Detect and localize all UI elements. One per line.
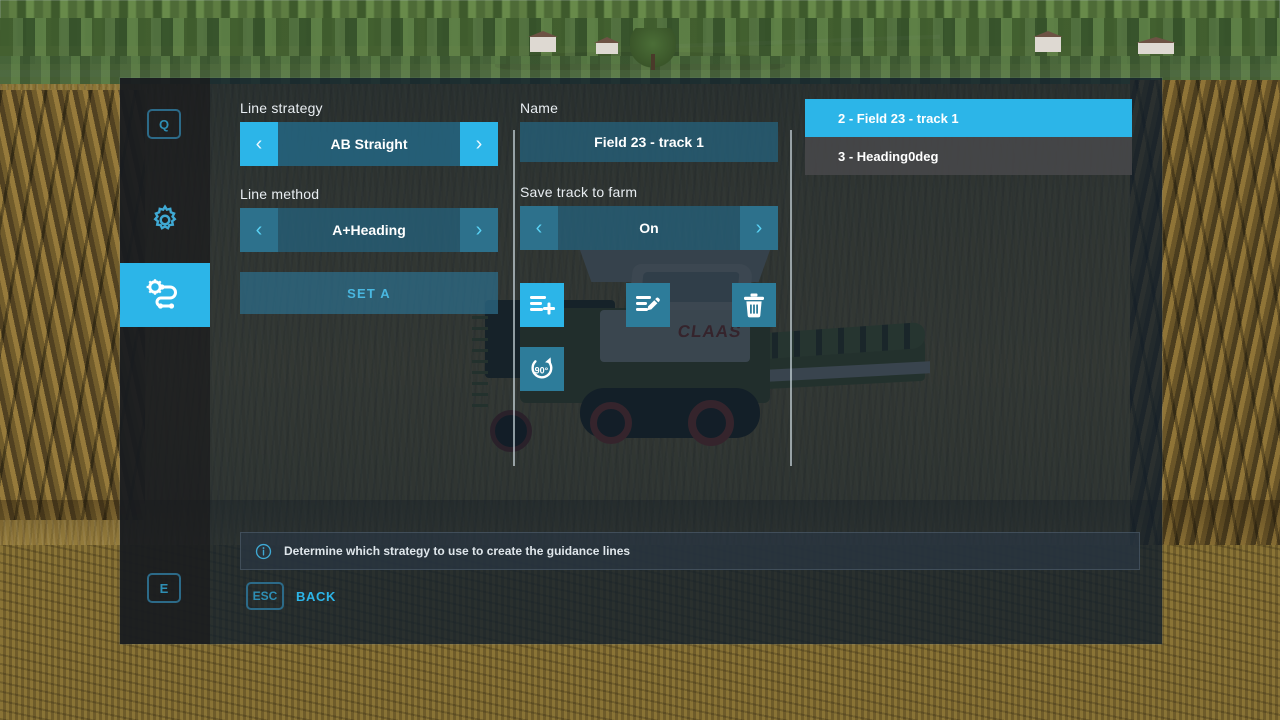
line-strategy-prev-arrow[interactable]: ‹	[240, 122, 278, 166]
line-method-value: A+Heading	[278, 208, 460, 252]
sidebar-rail: Q E	[120, 78, 210, 644]
rotate-90-button[interactable]: 90°	[520, 347, 564, 391]
next-tab-key-label: E	[159, 580, 169, 596]
prev-tab-key[interactable]: Q	[147, 109, 181, 139]
line-method-label: Line method	[240, 186, 320, 202]
line-method-prev-arrow[interactable]: ‹	[240, 208, 278, 252]
track-name-label: Name	[520, 100, 559, 116]
track-name-field[interactable]: Field 23 - track 1	[520, 122, 778, 162]
line-strategy-value: AB Straight	[278, 122, 460, 166]
track-list: 2 - Field 23 - track 1 3 - Heading0deg	[805, 99, 1132, 175]
prev-tab-key-label: Q	[158, 116, 170, 132]
info-bar: Determine which strategy to use to creat…	[240, 532, 1140, 570]
sidebar-item-guidance[interactable]	[120, 263, 210, 327]
farm-barn	[1136, 37, 1176, 54]
info-icon	[255, 543, 272, 560]
list-add-icon	[529, 293, 555, 317]
info-bar-text: Determine which strategy to use to creat…	[284, 544, 631, 558]
list-item[interactable]: 3 - Heading0deg	[805, 137, 1132, 175]
rename-track-button[interactable]	[626, 283, 670, 327]
esc-key-label: ESC	[252, 589, 278, 603]
trash-icon	[743, 293, 765, 318]
save-track-next-arrow[interactable]: ›	[740, 206, 778, 250]
delete-track-button[interactable]	[732, 283, 776, 327]
line-method-selector[interactable]: ‹ A+Heading ›	[240, 208, 498, 252]
create-track-button[interactable]	[520, 283, 564, 327]
line-method-next-arrow[interactable]: ›	[460, 208, 498, 252]
back-control[interactable]: ESC BACK	[246, 582, 336, 610]
list-item[interactable]: 2 - Field 23 - track 1	[805, 99, 1132, 137]
guidance-track-icon	[145, 278, 185, 312]
column-divider-right	[790, 130, 792, 466]
save-track-value: On	[558, 206, 740, 250]
sidebar-item-settings[interactable]	[120, 188, 210, 252]
save-track-to-farm-label: Save track to farm	[520, 184, 638, 200]
track-action-buttons: 90°	[520, 283, 780, 411]
farm-shed	[594, 37, 620, 54]
line-strategy-next-arrow[interactable]: ›	[460, 122, 498, 166]
line-strategy-label: Line strategy	[240, 100, 323, 116]
track-list-item-label: 2 - Field 23 - track 1	[838, 110, 959, 126]
gear-icon	[148, 203, 182, 237]
foreground-tree	[630, 28, 676, 70]
guidance-settings-dialog: Q E Line strategy ‹ AB Straight › Line m…	[120, 78, 1162, 644]
track-action-row-2: 90°	[520, 347, 780, 391]
rotate-90-icon: 90°	[527, 355, 557, 383]
center-settings-column: Name Field 23 - track 1 Save track to fa…	[520, 100, 780, 270]
track-list-item-label: 3 - Heading0deg	[838, 148, 939, 164]
esc-key[interactable]: ESC	[246, 582, 284, 610]
line-strategy-selector[interactable]: ‹ AB Straight ›	[240, 122, 498, 166]
save-track-prev-arrow[interactable]: ‹	[520, 206, 558, 250]
next-tab-key[interactable]: E	[147, 573, 181, 603]
column-divider-left	[513, 130, 515, 466]
list-edit-icon	[635, 293, 661, 317]
back-button-label: BACK	[296, 588, 336, 604]
farm-house-2	[1033, 31, 1063, 52]
svg-text:90°: 90°	[535, 366, 549, 376]
save-track-to-farm-selector[interactable]: ‹ On ›	[520, 206, 778, 250]
left-settings-column: Line strategy ‹ AB Straight › Line metho…	[240, 100, 498, 314]
set-a-button[interactable]: SET A	[240, 272, 498, 314]
track-action-row-1	[520, 283, 780, 327]
farm-house	[528, 31, 558, 52]
